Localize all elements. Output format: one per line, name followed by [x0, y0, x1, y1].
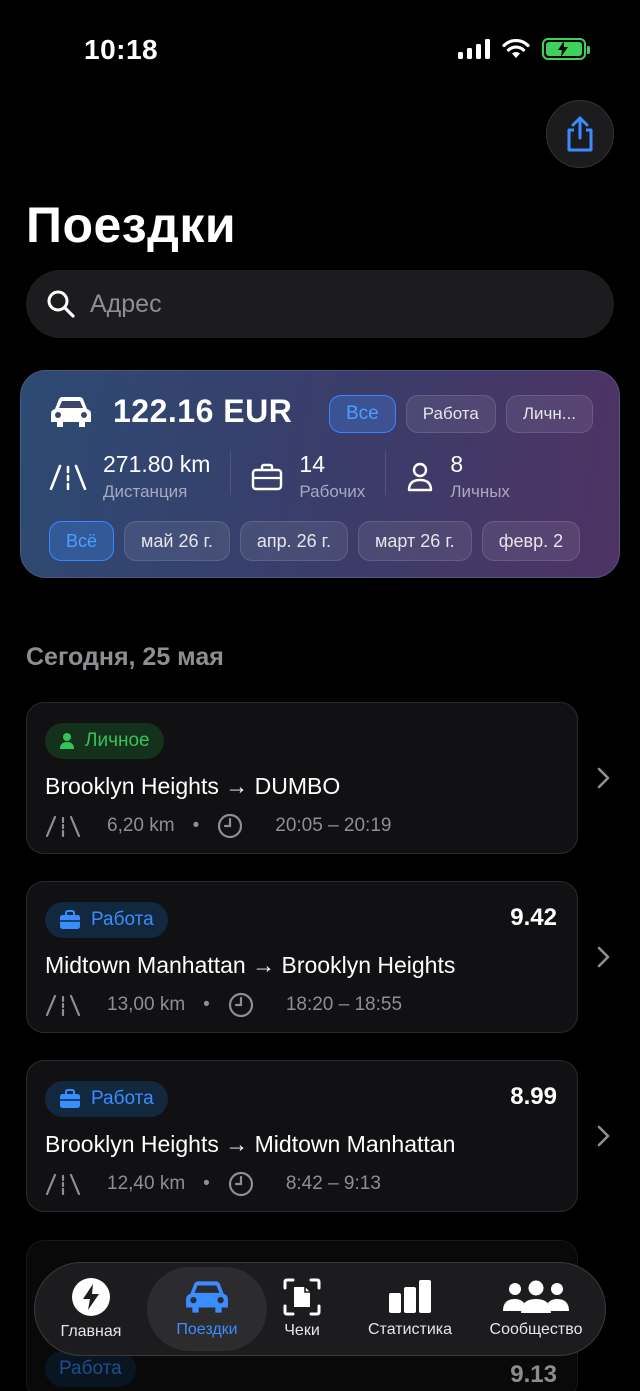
share-icon: [567, 116, 593, 152]
trip-meta: 12,40 km • 8:42 – 9:13: [45, 1171, 381, 1197]
tab-label: Статистика: [367, 1321, 453, 1338]
type-filter-row: Все Работа Личн...: [329, 395, 593, 433]
trip-type-label: Работа: [59, 1358, 122, 1379]
bar-chart-icon: [389, 1280, 431, 1313]
chevron-right-icon[interactable]: [596, 945, 612, 969]
distance-label: Дистанция: [103, 482, 188, 501]
search-icon: [47, 290, 75, 318]
page-title: Поездки: [26, 197, 237, 253]
status-icons: [458, 38, 590, 60]
bolt-circle-icon: [72, 1278, 110, 1316]
trip-route: Brooklyn Heights → DUMBO: [45, 773, 341, 799]
filter-work[interactable]: Работа: [405, 395, 496, 433]
trip-distance: 13,00 km: [107, 994, 186, 1015]
trip-card[interactable]: Работа 8.99 Brooklyn Heights → Midtown M…: [26, 1060, 578, 1212]
personal-count: 8: [450, 451, 464, 477]
tab-community[interactable]: Сообщество: [483, 1267, 589, 1351]
cellular-signal-icon: [458, 39, 490, 59]
stat-personal: 8 Личных: [406, 451, 510, 502]
trip-time: 20:05 – 20:19: [275, 815, 392, 836]
trip-type-badge: Работа: [45, 902, 168, 938]
trip-amount: 9.42: [510, 904, 557, 931]
trip-route: Midtown Manhattan → Brooklyn Heights: [45, 952, 456, 978]
work-label: Рабочих: [299, 482, 366, 501]
people-group-icon: [503, 1280, 569, 1313]
status-time: 10:18: [84, 34, 159, 65]
month-filter-all[interactable]: Всё: [49, 521, 115, 561]
filter-personal[interactable]: Личн...: [505, 395, 593, 433]
stat-distance: 271.80 km Дистанция: [49, 451, 210, 502]
summary-stats: 271.80 km Дистанция 14 Рабочих 8 Личных: [49, 451, 510, 502]
summary-total: 122.16 EUR: [49, 393, 292, 430]
trip-type-label: Работа: [91, 909, 154, 930]
road-icon: [49, 464, 87, 490]
month-filter-mar[interactable]: март 26 г.: [358, 521, 472, 561]
tab-bar: Главная Поездки Чеки Статистика Сообщест…: [34, 1262, 606, 1356]
month-filter-may[interactable]: май 26 г.: [124, 521, 230, 561]
summary-card: 122.16 EUR Все Работа Личн... 271.80 km …: [20, 370, 620, 578]
car-icon: [186, 1281, 228, 1313]
road-icon: [45, 1173, 81, 1195]
battery-charging-icon: [542, 38, 590, 60]
clock-icon: [218, 813, 243, 839]
share-button[interactable]: [546, 100, 614, 168]
person-icon: [408, 462, 433, 491]
distance-value: 271.80 km: [103, 451, 211, 477]
road-icon: [45, 815, 81, 837]
wifi-icon: [502, 39, 530, 58]
month-filter-feb[interactable]: февр. 2: [481, 521, 581, 561]
briefcase-icon: [252, 463, 283, 490]
briefcase-icon: [60, 1089, 80, 1108]
tab-home[interactable]: Главная: [35, 1267, 147, 1351]
tab-label: Чеки: [284, 1322, 320, 1339]
month-filter-row: Всё май 26 г. апр. 26 г. март 26 г. февр…: [49, 521, 581, 561]
trip-type-badge: Работа: [45, 1081, 168, 1117]
trip-meta: 6,20 km • 20:05 – 20:19: [45, 813, 391, 839]
road-icon: [45, 994, 81, 1016]
filter-all[interactable]: Все: [329, 395, 396, 433]
work-count: 14: [299, 451, 325, 477]
trip-type-label: Работа: [91, 1088, 154, 1109]
month-filter-apr[interactable]: апр. 26 г.: [239, 521, 349, 561]
trip-type-badge: Личное: [45, 723, 164, 759]
trip-time: 8:42 – 9:13: [285, 1173, 381, 1194]
tab-trips[interactable]: Поездки: [147, 1267, 267, 1351]
trip-type-badge: Работа: [45, 1351, 136, 1387]
search-input[interactable]: [90, 289, 570, 319]
trip-amount: 8.99: [510, 1083, 557, 1110]
briefcase-icon: [60, 910, 80, 929]
chevron-right-icon[interactable]: [596, 1124, 612, 1148]
trip-distance: 6,20 km: [107, 815, 175, 836]
clock-icon: [228, 992, 253, 1018]
tab-label: Главная: [60, 1323, 122, 1340]
trip-type-label: Личное: [85, 730, 150, 751]
trip-meta: 13,00 km • 18:20 – 18:55: [45, 992, 402, 1018]
trip-time: 18:20 – 18:55: [285, 994, 403, 1015]
receipt-scan-icon: [283, 1278, 321, 1316]
tab-label: Поездки: [176, 1321, 238, 1338]
stat-work: 14 Рабочих: [251, 451, 365, 502]
trip-card[interactable]: Личное Brooklyn Heights → DUMBO 6,20 km …: [26, 702, 578, 854]
trip-distance: 12,40 km: [107, 1173, 186, 1194]
trip-route: Brooklyn Heights → Midtown Manhattan: [45, 1131, 456, 1157]
person-icon: [60, 733, 74, 749]
car-icon: [51, 396, 91, 427]
tab-label: Сообщество: [489, 1321, 583, 1338]
tab-receipts[interactable]: Чеки: [267, 1267, 337, 1351]
summary-amount: 122.16 EUR: [113, 393, 293, 429]
section-header-date: Сегодня, 25 мая: [26, 643, 224, 671]
trip-amount: 9.13: [510, 1361, 557, 1388]
clock-icon: [228, 1171, 253, 1197]
trip-card[interactable]: Работа 9.42 Midtown Manhattan → Brooklyn…: [26, 881, 578, 1033]
search-bar[interactable]: [26, 270, 614, 338]
tab-statistics[interactable]: Статистика: [337, 1267, 483, 1351]
personal-label: Личных: [450, 482, 510, 501]
chevron-right-icon[interactable]: [596, 766, 612, 790]
status-bar: 10:18: [0, 0, 640, 100]
